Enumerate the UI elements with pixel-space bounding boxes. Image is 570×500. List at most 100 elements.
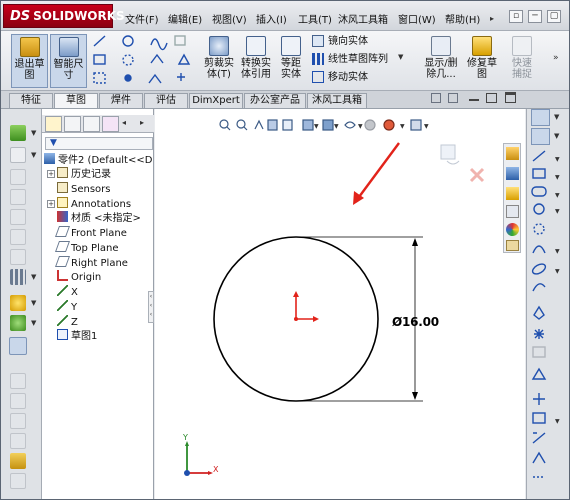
text-icon	[531, 367, 547, 380]
dimxpert-tab-icon[interactable]	[102, 116, 119, 132]
doc-maximize-icon[interactable]	[505, 92, 516, 103]
expand-icon[interactable]: +	[47, 200, 55, 208]
panel-splitter-handle[interactable]: ‹ ‹ ‹	[148, 291, 154, 323]
chevron-right-icon[interactable]: »	[553, 53, 559, 63]
doc-restore-icon[interactable]	[486, 93, 497, 103]
maximize-icon[interactable]: ▢	[547, 10, 561, 23]
tree-item-origin[interactable]: Origin	[57, 270, 101, 284]
dome-icon[interactable]	[10, 473, 26, 489]
home-icon[interactable]	[506, 147, 519, 160]
repair-sketch-button[interactable]: 修复草图	[463, 34, 501, 88]
property-manager-tab-icon[interactable]	[64, 116, 81, 132]
tab-office-products[interactable]: 办公室产品	[244, 93, 306, 108]
design-library-icon[interactable]	[506, 167, 519, 180]
menu-window[interactable]: 窗口(W)	[398, 11, 436, 26]
menu-mufeng-toolbox[interactable]: 沐风工具箱	[338, 11, 388, 26]
dropdown-icon[interactable]: ▼	[554, 132, 559, 140]
shell-icon[interactable]	[10, 373, 26, 389]
tree-item-sketch1[interactable]: 草图1	[57, 329, 97, 343]
wrap-icon[interactable]	[10, 433, 26, 449]
add-relation-icon	[533, 393, 545, 405]
mirror-entities-button[interactable]: 镜向实体	[312, 34, 368, 50]
smart-dimension-icon[interactable]	[531, 128, 550, 145]
instant3d-icon[interactable]	[9, 337, 27, 355]
filter-bar[interactable]: ▼	[45, 137, 153, 150]
menu-edit[interactable]: 编辑(E)	[168, 11, 202, 26]
loft-icon[interactable]	[10, 209, 26, 225]
tab-sketch[interactable]: 草图	[54, 93, 98, 108]
tree-item-front-plane[interactable]: Front Plane	[54, 226, 127, 240]
tab-dimxpert[interactable]: DimXpert	[189, 93, 243, 108]
file-explorer-icon[interactable]	[506, 187, 519, 200]
linear-pattern-button[interactable]: 线性草图阵列	[312, 52, 388, 68]
diameter-dimension[interactable]: Ø16.00	[392, 315, 439, 329]
quick-snaps-button[interactable]: 快速捕捉	[505, 34, 539, 88]
menu-tools[interactable]: 工具(T)	[298, 11, 332, 26]
expand-icon[interactable]: +	[47, 170, 55, 178]
pattern-icon[interactable]	[10, 269, 26, 285]
menu-help[interactable]: 帮助(H)	[445, 11, 480, 26]
tree-item-z[interactable]: Z	[57, 315, 78, 329]
tree-root[interactable]: 零件2 (Default<<D	[44, 153, 152, 167]
curves-icon[interactable]	[10, 315, 26, 331]
line-icon	[93, 35, 106, 47]
dropdown-icon[interactable]: ▼	[31, 151, 36, 159]
revolve-icon[interactable]	[10, 169, 26, 185]
minimize-icon[interactable]: ─	[528, 10, 542, 23]
tree-item-material[interactable]: 材质 <未指定>	[57, 211, 141, 225]
tab-features[interactable]: 特征	[9, 93, 53, 108]
tab-mufeng-toolbox[interactable]: 沐风工具箱	[307, 93, 367, 108]
search-icon[interactable]	[506, 205, 519, 218]
new-part-icon[interactable]	[10, 125, 26, 141]
tile-icon[interactable]	[431, 93, 441, 103]
smart-dimension-button[interactable]: 智能尺寸	[50, 34, 87, 88]
dropdown-icon[interactable]: ▼	[31, 299, 36, 307]
tab-scroll-right-icon[interactable]: ▸	[140, 118, 144, 127]
tree-item-annotations[interactable]: + Annotations	[47, 197, 131, 211]
pin-icon[interactable]: ▸	[490, 14, 494, 23]
dropdown-icon[interactable]: ▼	[31, 273, 36, 281]
tab-evaluate[interactable]: 评估	[144, 93, 188, 108]
sketch-icon[interactable]	[531, 109, 550, 126]
convert-entities-button[interactable]: 转换实体引用	[239, 34, 273, 88]
offset-entities-button[interactable]: 等距实体	[274, 34, 308, 88]
solidworks-logo[interactable]: DS SOLIDWORKS	[3, 4, 125, 28]
dropdown-icon[interactable]: ▼	[554, 113, 559, 121]
hole-wizard-icon[interactable]	[10, 453, 26, 469]
tree-item-y[interactable]: Y	[57, 300, 77, 314]
configuration-manager-tab-icon[interactable]	[83, 116, 100, 132]
appearances-icon[interactable]	[506, 223, 519, 236]
document-icon[interactable]	[448, 93, 458, 103]
dropdown-icon[interactable]: ▼	[31, 129, 36, 137]
feature-manager-tab-icon[interactable]	[45, 116, 62, 132]
extrude-icon[interactable]	[10, 147, 26, 163]
plane-icon	[54, 226, 71, 237]
tree-item-history[interactable]: + 历史记录	[47, 167, 111, 181]
draft-icon[interactable]	[10, 413, 26, 429]
sweep-icon[interactable]	[10, 189, 26, 205]
custom-properties-icon[interactable]	[506, 240, 519, 251]
menu-insert[interactable]: 插入(I)	[256, 11, 287, 26]
menu-view[interactable]: 视图(V)	[212, 11, 247, 26]
reference-geometry-icon[interactable]	[10, 295, 26, 311]
polygon-icon	[533, 305, 545, 320]
restore-icon[interactable]: ▫	[509, 10, 523, 23]
rib-icon[interactable]	[10, 393, 26, 409]
exit-sketch-button[interactable]: 退出草图	[11, 34, 48, 88]
display-delete-relations-button[interactable]: 显示/删除几...	[421, 34, 461, 88]
tab-scroll-left-icon[interactable]: ◂	[122, 118, 126, 127]
pattern-dropdown-icon[interactable]: ▼	[398, 53, 403, 61]
fillet-icon[interactable]	[10, 229, 26, 245]
tree-item-right-plane[interactable]: Right Plane	[54, 256, 128, 270]
trim-entities-button[interactable]: 剪裁实体(T)	[200, 34, 238, 88]
dropdown-icon[interactable]: ▼	[31, 319, 36, 327]
chamfer-icon[interactable]	[10, 249, 26, 265]
tree-item-sensors[interactable]: Sensors	[57, 182, 111, 196]
tree-item-top-plane[interactable]: Top Plane	[54, 241, 118, 255]
menu-file[interactable]: 文件(F)	[125, 11, 159, 26]
tree-item-x[interactable]: X	[57, 285, 78, 299]
doc-minimize-icon[interactable]	[469, 99, 479, 101]
text-icon	[177, 53, 191, 65]
tab-weldments[interactable]: 焊件	[99, 93, 143, 108]
move-entities-button[interactable]: 移动实体	[312, 70, 368, 86]
